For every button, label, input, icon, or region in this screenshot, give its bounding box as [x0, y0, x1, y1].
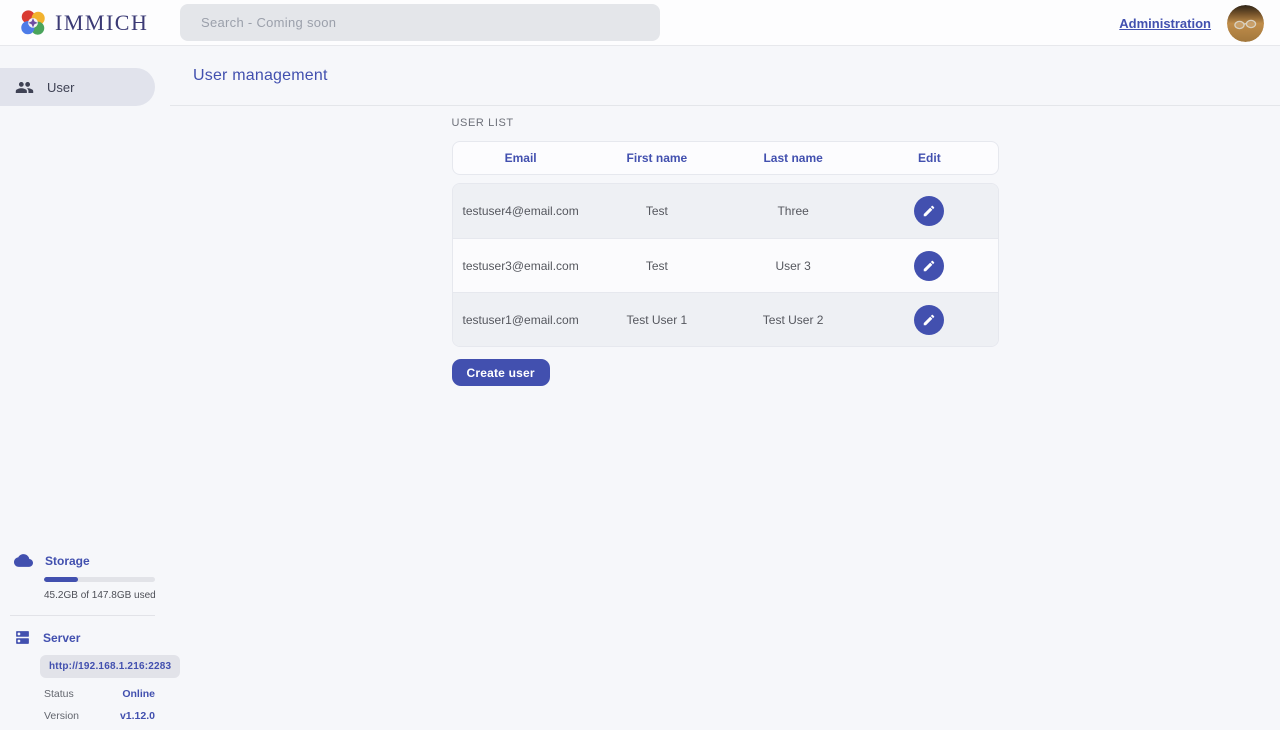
storage-label: Storage — [45, 554, 90, 568]
sidebar: User Storage 45.2GB of 147.8GB used — [0, 46, 170, 730]
cloud-icon — [14, 551, 33, 570]
server-url-chip: http://192.168.1.216:2283 — [40, 655, 180, 678]
immich-logo-icon — [18, 8, 48, 38]
user-table: testuser4@email.com Test Three — [452, 183, 999, 347]
user-avatar[interactable] — [1227, 5, 1264, 42]
status-value: Online — [122, 688, 155, 700]
server-label: Server — [43, 631, 80, 645]
cell-first-name: Test — [589, 204, 725, 218]
status-label: Status — [44, 688, 74, 700]
column-header-edit: Edit — [861, 151, 997, 165]
cell-email: testuser3@email.com — [453, 259, 589, 273]
sidebar-item-label: User — [47, 80, 74, 95]
user-list-section: USER LIST Email First name Last name Edi… — [452, 117, 999, 386]
page-header: User management — [170, 46, 1280, 106]
table-row: testuser1@email.com Test User 1 Test Use… — [453, 292, 998, 346]
section-label: USER LIST — [452, 117, 999, 129]
cell-last-name: Test User 2 — [725, 313, 861, 327]
create-user-button[interactable]: Create user — [452, 359, 550, 386]
cell-first-name: Test User 1 — [589, 313, 725, 327]
topbar-right: Administration — [1119, 0, 1264, 46]
server-status-row: Status Online — [44, 688, 155, 700]
table-header-row: Email First name Last name Edit — [452, 141, 999, 175]
administration-link[interactable]: Administration — [1119, 16, 1211, 31]
version-value: v1.12.0 — [120, 710, 155, 722]
storage-progress-bar — [44, 577, 155, 582]
edit-user-button[interactable] — [914, 196, 944, 226]
brand: IMMICH — [18, 0, 148, 46]
search-input[interactable] — [180, 4, 660, 41]
brand-name: IMMICH — [55, 10, 148, 36]
column-header-last-name: Last name — [725, 151, 861, 165]
pencil-icon — [922, 313, 936, 327]
topbar: IMMICH Administration — [0, 0, 1280, 46]
server-icon — [14, 629, 31, 646]
server-section-header: Server — [0, 629, 170, 646]
server-version-row: Version v1.12.0 — [44, 710, 155, 722]
cell-email: testuser4@email.com — [453, 204, 589, 218]
table-row: testuser4@email.com Test Three — [453, 184, 998, 238]
footer-divider — [10, 615, 155, 616]
version-label: Version — [44, 710, 79, 722]
edit-user-button[interactable] — [914, 251, 944, 281]
storage-usage-text: 45.2GB of 147.8GB used — [44, 590, 170, 601]
sidebar-footer: Storage 45.2GB of 147.8GB used Server ht… — [0, 551, 170, 722]
main-panel: User management USER LIST Email First na… — [170, 46, 1280, 730]
group-icon — [15, 78, 34, 97]
pencil-icon — [922, 259, 936, 273]
cell-last-name: User 3 — [725, 259, 861, 273]
cell-first-name: Test — [589, 259, 725, 273]
pencil-icon — [922, 204, 936, 218]
page-title: User management — [193, 67, 328, 85]
cell-email: testuser1@email.com — [453, 313, 589, 327]
column-header-email: Email — [453, 151, 589, 165]
storage-section-header: Storage — [0, 551, 170, 570]
cell-last-name: Three — [725, 204, 861, 218]
storage-progress-fill — [44, 577, 78, 582]
immich-admin-screen: IMMICH Administration — [0, 0, 1280, 730]
sidebar-item-user[interactable]: User — [0, 68, 155, 106]
table-row: testuser3@email.com Test User 3 — [453, 238, 998, 292]
edit-user-button[interactable] — [914, 305, 944, 335]
column-header-first-name: First name — [589, 151, 725, 165]
